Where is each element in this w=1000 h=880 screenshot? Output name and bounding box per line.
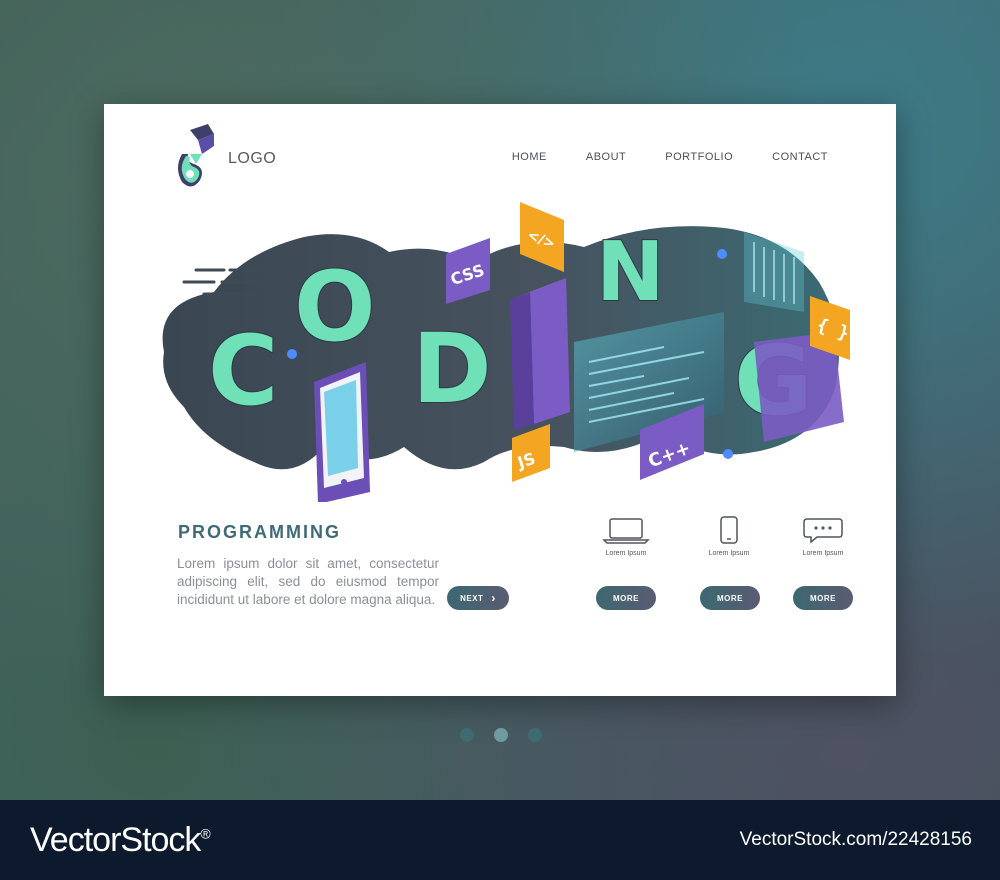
section-title: PROGRAMMING [178, 522, 341, 542]
feature-label: Lorem Ipsum [708, 550, 750, 557]
pagination-dot-1[interactable] [460, 728, 474, 742]
nav-about[interactable]: ABOUT [586, 151, 626, 163]
watermark-bar: VectorStock® VectorStock.com/22428156 [0, 800, 1000, 880]
next-button-label: NEXT [460, 593, 484, 603]
nav-contact[interactable]: CONTACT [772, 151, 828, 163]
feature-smartphone: Lorem Ipsum [684, 516, 774, 557]
logo[interactable]: LOGO [168, 124, 276, 194]
top-navigation: HOME ABOUT PORTFOLIO CONTACT [512, 151, 828, 163]
more-button-chat[interactable]: MORE [793, 586, 853, 610]
section-description: Lorem ipsum dolor sit amet, consectetur … [177, 556, 439, 607]
letter-d: D [412, 313, 492, 425]
slide-pagination [460, 728, 542, 742]
letter-i-block [510, 278, 570, 430]
feature-label: Lorem Ipsum [605, 550, 647, 557]
coding-hero-illustration: C O D N G CSS </> { } JS [162, 202, 852, 502]
letter-c: C [208, 315, 278, 427]
laptop-icon [602, 518, 650, 544]
pagination-dot-3[interactable] [528, 728, 542, 742]
pagination-dot-2[interactable] [494, 728, 508, 742]
nav-portfolio[interactable]: PORTFOLIO [665, 151, 733, 163]
binary-panel [744, 232, 804, 312]
chevron-right-icon: › [491, 591, 496, 605]
watermark-brand: VectorStock® [30, 820, 211, 859]
nav-home[interactable]: HOME [512, 151, 547, 163]
chat-bubble-icon [803, 518, 843, 544]
letter-o: O [294, 251, 376, 363]
logo-mark-icon [178, 124, 214, 187]
smartphone-illustration [314, 362, 370, 502]
landing-page-card: LOGO HOME ABOUT PORTFOLIO CONTACT C O D … [104, 104, 896, 696]
smartphone-icon [720, 516, 738, 544]
letter-n: N [596, 225, 665, 320]
more-button-smartphone[interactable]: MORE [700, 586, 760, 610]
feature-laptop: Lorem Ipsum [581, 516, 671, 557]
logo-text: LOGO [228, 150, 277, 167]
feature-chat: Lorem Ipsum [778, 516, 868, 557]
watermark-asset-id: VectorStock.com/22428156 [739, 829, 972, 850]
more-button-laptop[interactable]: MORE [596, 586, 656, 610]
feature-label: Lorem Ipsum [802, 550, 844, 557]
next-button[interactable]: NEXT › [447, 586, 509, 610]
